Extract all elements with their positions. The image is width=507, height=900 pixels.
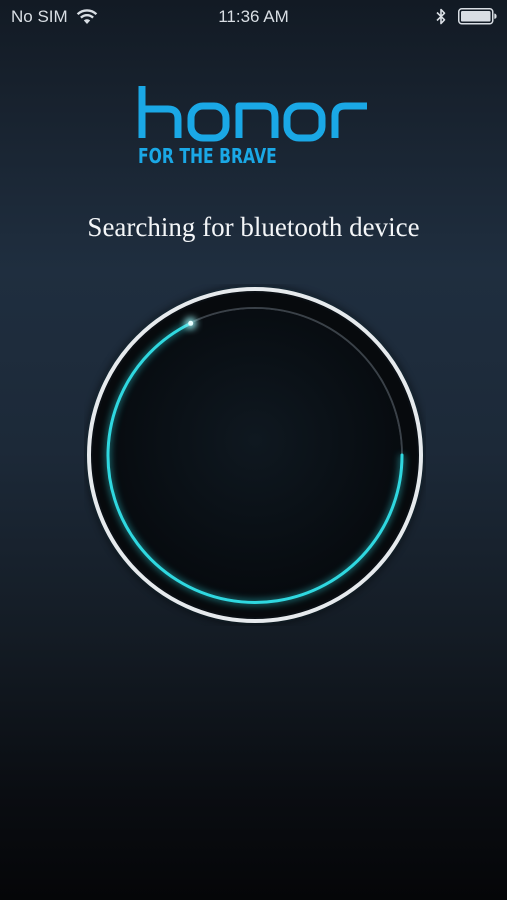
bluetooth-icon xyxy=(436,8,446,25)
status-time: 11:36 AM xyxy=(218,7,289,26)
honor-logo: FOR THE BRAVE xyxy=(138,84,378,174)
status-bar: No SIM 11:36 AM xyxy=(0,0,507,36)
search-status-text: Searching for bluetooth device xyxy=(87,212,420,242)
bluetooth-scan-indicator xyxy=(84,284,426,626)
logo-tagline: FOR THE BRAVE xyxy=(138,144,277,168)
status-right xyxy=(436,8,498,25)
honor-wordmark xyxy=(138,84,378,142)
battery-icon xyxy=(458,8,498,25)
